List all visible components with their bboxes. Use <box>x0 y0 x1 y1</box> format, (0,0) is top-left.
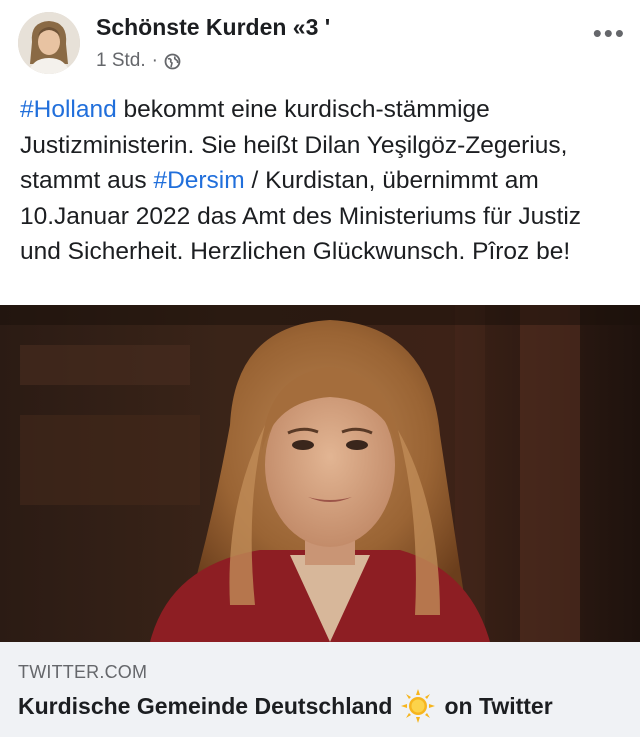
post-text: #Holland bekommt eine kurdisch-stämmige … <box>20 92 626 270</box>
more-options-icon[interactable]: ••• <box>593 18 626 49</box>
link-title: Kurdische Gemeinde Deutschland on Twitte… <box>18 688 553 724</box>
avatar[interactable] <box>18 12 80 74</box>
facebook-post: Schönste Kurden «3 ' 1 Std. · ••• #Holla… <box>0 0 640 737</box>
meta-separator: · <box>151 50 158 71</box>
post-meta: 1 Std. · <box>96 50 181 72</box>
link-preview[interactable]: TWITTER.COM Kurdische Gemeinde Deutschla… <box>0 642 640 737</box>
globe-icon[interactable] <box>164 53 181 70</box>
link-title-before: Kurdische Gemeinde Deutschland <box>18 692 393 719</box>
link-domain: TWITTER.COM <box>18 662 148 682</box>
link-title-after: on Twitter <box>444 692 553 719</box>
hashtag-holland[interactable]: #Holland <box>20 96 117 123</box>
author-name[interactable]: Schönste Kurden «3 ' <box>96 14 330 41</box>
sun-icon <box>400 688 436 724</box>
post-photo[interactable] <box>0 305 640 642</box>
timestamp[interactable]: 1 Std. <box>96 50 146 72</box>
hashtag-dersim[interactable]: #Dersim <box>153 167 244 194</box>
